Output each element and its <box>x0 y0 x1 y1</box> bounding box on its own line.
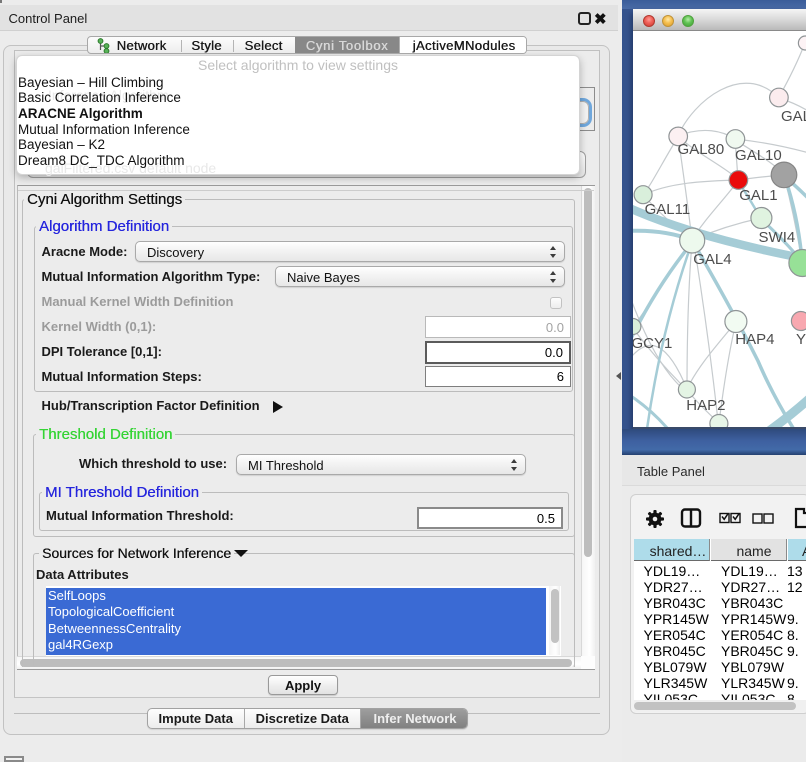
svg-text:GAL11: GAL11 <box>645 201 691 218</box>
svg-text:Y: Y <box>796 331 806 348</box>
svg-text:GAL: GAL <box>781 108 806 125</box>
svg-text:SWI4: SWI4 <box>759 229 796 246</box>
svg-text:GAL10: GAL10 <box>735 147 782 164</box>
svg-text:HAP2: HAP2 <box>686 397 725 414</box>
svg-text:HAP4: HAP4 <box>735 331 774 348</box>
svg-text:GAL4: GAL4 <box>693 251 731 268</box>
svg-text:GAL1: GAL1 <box>739 187 777 204</box>
svg-text:GCY1: GCY1 <box>633 335 672 352</box>
svg-text:GAL80: GAL80 <box>678 141 725 158</box>
